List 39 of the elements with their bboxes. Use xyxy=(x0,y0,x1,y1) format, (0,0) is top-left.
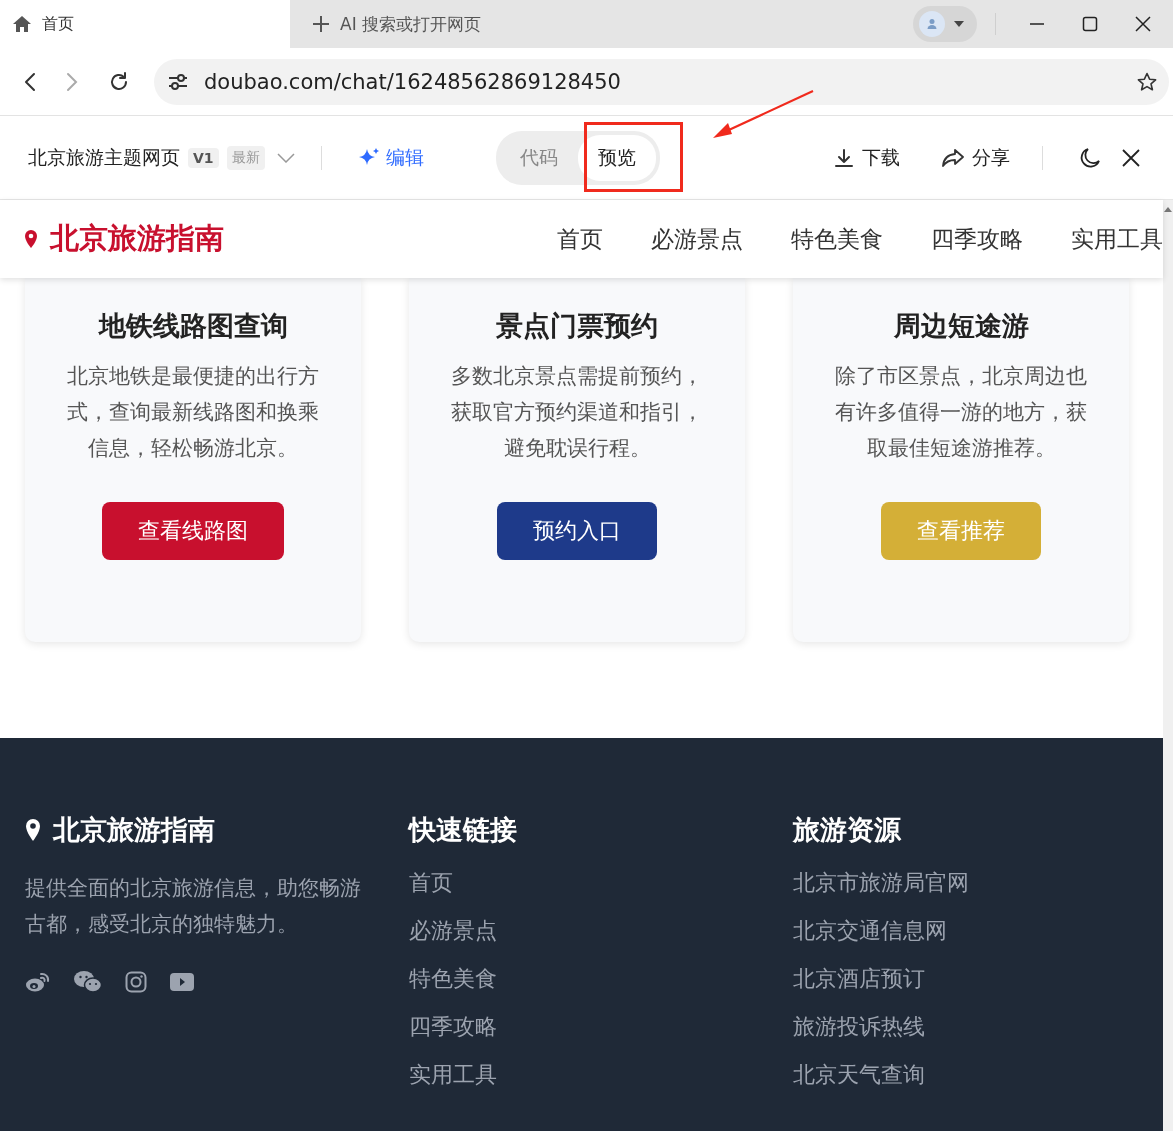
address-bar[interactable]: doubao.com/chat/16248562869128450 xyxy=(154,58,1169,105)
browser-tab[interactable]: AI 搜索或打开网页 xyxy=(290,0,494,48)
card-button[interactable]: 预约入口 xyxy=(497,502,657,560)
footer-link[interactable]: 首页 xyxy=(409,868,745,916)
nav-link[interactable]: 必游景点 xyxy=(651,223,743,255)
view-tab[interactable]: 代码 xyxy=(499,134,578,181)
card-description: 北京地铁是最便捷的出行方式，查询最新线路图和换乘信息，轻松畅游北京。 xyxy=(66,363,320,462)
footer-link[interactable]: 北京市旅游局官网 xyxy=(793,868,1129,916)
footer-link[interactable]: 特色美食 xyxy=(409,964,745,1012)
site-logo[interactable]: 北京旅游指南 xyxy=(50,219,224,259)
footer-link[interactable]: 北京酒店预订 xyxy=(793,964,1129,1012)
card-description: 除了市区景点，北京周边也有许多值得一游的地方，获取最佳短途游推荐。 xyxy=(834,363,1088,462)
footer-link[interactable]: 实用工具 xyxy=(409,1060,745,1108)
nav-link[interactable]: 四季攻略 xyxy=(931,223,1023,255)
page-title: 北京旅游主题网页 xyxy=(28,144,180,170)
latest-label: 最新 xyxy=(226,145,265,170)
footer-link[interactable]: 北京天气查询 xyxy=(793,1060,1129,1108)
card-title: 地铁线路图查询 xyxy=(98,309,288,343)
view-tab[interactable]: 预览 xyxy=(577,134,656,181)
version-label: V1 xyxy=(188,147,219,168)
footer-heading: 快速链接 xyxy=(409,813,518,847)
footer-heading: 旅游资源 xyxy=(793,813,902,847)
footer-link[interactable]: 北京交通信息网 xyxy=(793,916,1129,964)
nav-link[interactable]: 特色美食 xyxy=(791,223,883,255)
footer-link[interactable]: 四季攻略 xyxy=(409,1012,745,1060)
footer-link[interactable]: 必游景点 xyxy=(409,916,745,964)
edit-button[interactable]: 编辑 xyxy=(347,144,434,171)
nav-link[interactable]: 首页 xyxy=(557,223,603,255)
nav-link[interactable]: 实用工具 xyxy=(1071,223,1163,255)
footer-link[interactable]: 旅游投诉热线 xyxy=(793,1012,1129,1060)
card-title: 景点门票预约 xyxy=(496,309,658,343)
download-button[interactable]: 下载 xyxy=(828,143,906,172)
card-description: 多数北京景点需提前预约，获取官方预约渠道和指引，避免耽误行程。 xyxy=(450,363,704,462)
footer-description: 提供全面的北京旅游信息，助您畅游古都，感受北京的独特魅力。 xyxy=(25,875,361,938)
footer-logo: 北京旅游指南 xyxy=(53,813,215,847)
browser-tab[interactable]: 首页 xyxy=(0,0,290,48)
card-button[interactable]: 查看线路图 xyxy=(102,502,284,560)
share-button[interactable]: 分享 xyxy=(936,143,1016,172)
card-title: 周边短途游 xyxy=(893,309,1029,343)
